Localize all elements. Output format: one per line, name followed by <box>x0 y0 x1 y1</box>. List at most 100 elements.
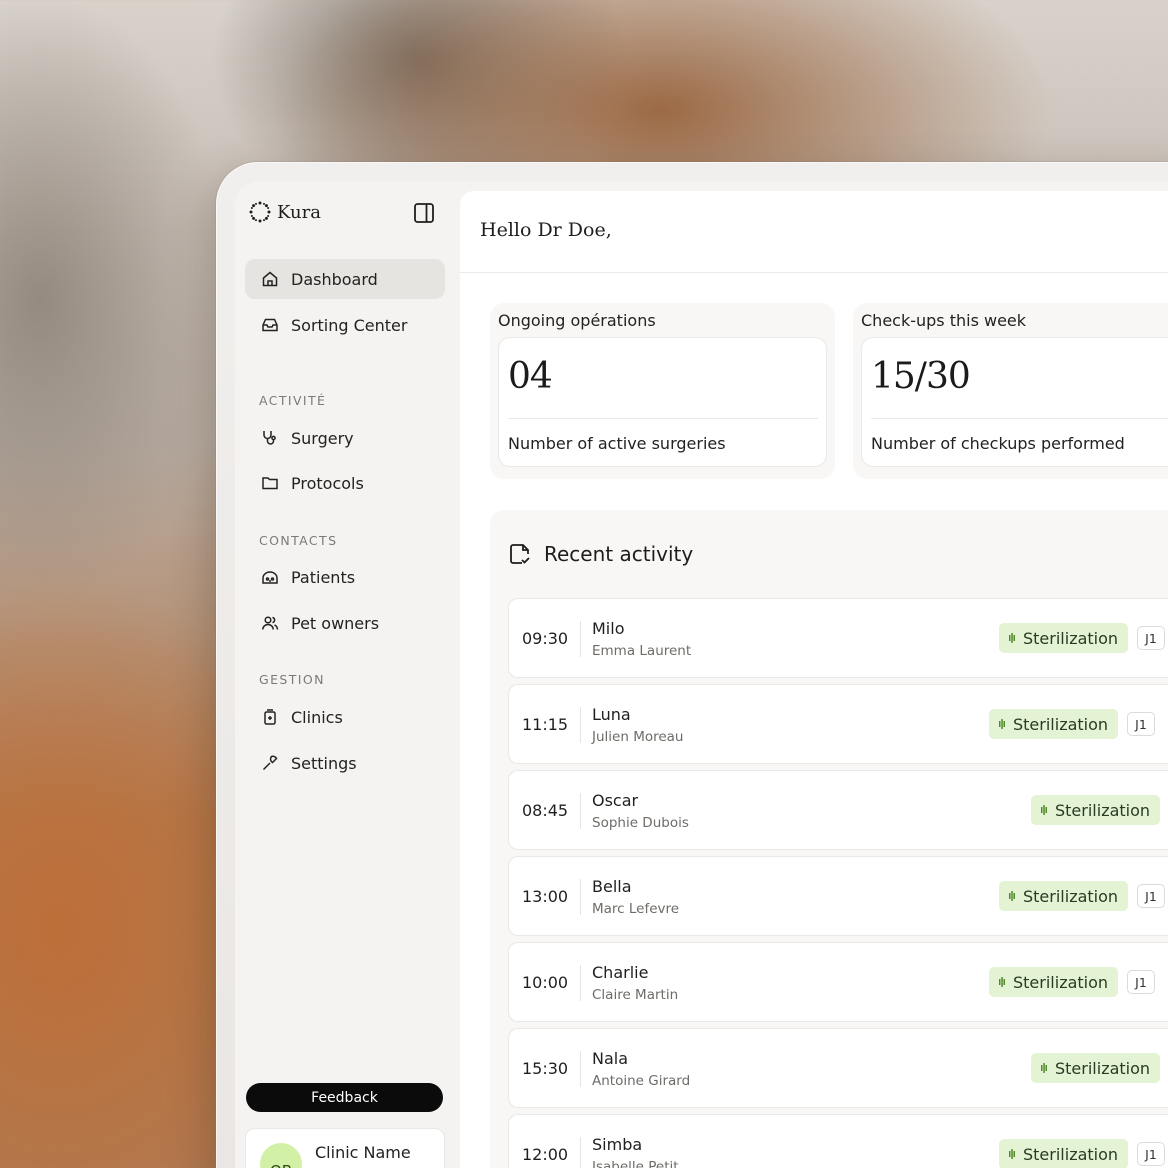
folder-icon <box>262 477 278 490</box>
home-icon <box>262 271 278 287</box>
stat-description: Number of checkups performed <box>871 434 1125 453</box>
activity-time: 09:30 <box>522 629 569 648</box>
stat-value: 04 <box>508 356 553 397</box>
sidebar-item-label: Surgery <box>291 428 354 448</box>
stat-card-ongoing-operations[interactable]: Ongoing opérations 04 Number of active s… <box>490 303 835 479</box>
procedure-tag-label: Sterilization <box>1023 886 1119 906</box>
activity-time: 15:30 <box>522 1059 569 1078</box>
sidebar-toggle-button[interactable] <box>413 202 435 224</box>
activity-time: 12:00 <box>522 1145 569 1164</box>
procedure-tag-label: Sterilization <box>1013 972 1109 992</box>
owner-name: Marc Lefevre <box>592 901 680 917</box>
activity-row[interactable]: 11:15 Luna Julien Moreau Sterilization J… <box>508 684 1168 764</box>
day-badge: J1 <box>1127 712 1155 736</box>
pet-name: Charlie <box>592 963 649 982</box>
sidebar-item-label: Pet owners <box>291 613 380 633</box>
stethoscope-icon <box>263 431 276 445</box>
pet-name: Bella <box>592 877 632 896</box>
activity-time: 08:45 <box>522 801 569 820</box>
feedback-button[interactable]: Feedback <box>246 1083 443 1112</box>
users-icon <box>262 616 279 630</box>
clinic-switcher[interactable]: QB Clinic Name <box>245 1128 445 1168</box>
pet-name: Nala <box>592 1049 629 1068</box>
inbox-icon <box>262 318 278 332</box>
day-badge: J1 <box>1137 626 1165 650</box>
procedure-tag-label: Sterilization <box>1023 628 1119 648</box>
main-content: Hello Dr Doe, Ongoing opérations 04 Numb… <box>460 191 1168 1168</box>
section-title-gestion: GESTION <box>259 672 325 687</box>
owner-name: Emma Laurent <box>592 643 692 659</box>
sidebar-item-settings[interactable]: Settings <box>245 743 445 783</box>
row-divider <box>580 1051 581 1087</box>
recent-activity-title: Recent activity <box>544 542 694 566</box>
row-divider <box>580 707 581 743</box>
activity-row[interactable]: 10:00 Charlie Claire Martin Sterilizatio… <box>508 942 1168 1022</box>
owner-name: Isabelle Petit <box>592 1159 679 1168</box>
clinic-icon <box>264 709 276 725</box>
app-name: Kura <box>277 201 321 223</box>
procedure-tag: Sterilization <box>1031 1053 1161 1083</box>
sidebar-item-label: Dashboard <box>291 269 378 289</box>
clinic-name: Clinic Name <box>315 1143 411 1162</box>
owner-name: Claire Martin <box>592 987 679 1003</box>
owner-name: Julien Moreau <box>592 729 684 745</box>
stat-panel: 04 Number of active surgeries <box>498 337 827 467</box>
pet-name: Luna <box>592 705 631 724</box>
sidebar-item-label: Patients <box>291 567 356 587</box>
stat-value: 15/30 <box>871 356 971 397</box>
row-divider <box>580 621 581 657</box>
procedure-tag: Sterilization <box>989 709 1119 739</box>
activity-time: 11:15 <box>522 715 569 734</box>
tag-marker-icon <box>1009 891 1015 901</box>
pet-name: Milo <box>592 619 625 638</box>
procedure-tag-label: Sterilization <box>1055 1058 1151 1078</box>
pet-name: Oscar <box>592 791 639 810</box>
stat-divider <box>871 418 1168 419</box>
stat-card-checkups-week[interactable]: Check-ups this week 15/30 Number of chec… <box>853 303 1168 479</box>
procedure-tag-label: Sterilization <box>1055 800 1151 820</box>
sidebar-item-pet-owners[interactable]: Pet owners <box>245 603 445 643</box>
procedure-tag: Sterilization <box>1031 795 1161 825</box>
recent-activity-panel: Recent activity 09:30 Milo Emma Laurent … <box>490 510 1168 1168</box>
activity-row[interactable]: 09:30 Milo Emma Laurent Sterilization J1 <box>508 598 1168 678</box>
wrench-icon <box>262 755 278 771</box>
activity-row[interactable]: 13:00 Bella Marc Lefevre Sterilization J… <box>508 856 1168 936</box>
app-window: Kura Dashboard Sorting Center ACTIVITÉ S… <box>235 181 1168 1168</box>
sidebar-item-dashboard[interactable]: Dashboard <box>245 259 445 299</box>
owner-name: Antoine Girard <box>592 1073 691 1089</box>
sidebar-item-patients[interactable]: Patients <box>245 557 445 597</box>
tag-marker-icon <box>1041 805 1047 815</box>
procedure-tag-label: Sterilization <box>1013 714 1109 734</box>
section-title-activite: ACTIVITÉ <box>259 393 327 408</box>
file-check-icon <box>510 544 530 564</box>
stat-description: Number of active surgeries <box>508 434 726 453</box>
pet-icon <box>262 571 278 584</box>
page-greeting: Hello Dr Doe, <box>480 219 612 241</box>
tag-marker-icon <box>1009 633 1015 643</box>
activity-row[interactable]: 08:45 Oscar Sophie Dubois Sterilization <box>508 770 1168 850</box>
header-divider <box>460 272 1168 273</box>
activity-time: 10:00 <box>522 973 569 992</box>
activity-row[interactable]: 12:00 Simba Isabelle Petit Sterilization… <box>508 1114 1168 1168</box>
sidebar-item-clinics[interactable]: Clinics <box>245 697 445 737</box>
activity-row[interactable]: 15:30 Nala Antoine Girard Sterilization <box>508 1028 1168 1108</box>
sidebar-item-surgery[interactable]: Surgery <box>245 418 445 458</box>
sidebar-item-label: Protocols <box>291 473 364 493</box>
row-divider <box>580 1137 581 1168</box>
day-badge: J1 <box>1127 970 1155 994</box>
app-logo[interactable]: Kura <box>249 201 321 223</box>
tag-marker-icon <box>1041 1063 1047 1073</box>
tag-marker-icon <box>999 977 1005 987</box>
row-divider <box>580 793 581 829</box>
avatar: QB <box>260 1143 302 1168</box>
pet-name: Simba <box>592 1135 643 1154</box>
sidebar-item-sorting-center[interactable]: Sorting Center <box>245 305 445 345</box>
tag-marker-icon <box>1009 1149 1015 1159</box>
tag-marker-icon <box>999 719 1005 729</box>
sidebar-item-protocols[interactable]: Protocols <box>245 463 445 503</box>
sidebar-item-label: Settings <box>291 753 357 773</box>
recent-activity-header: Recent activity <box>508 542 693 566</box>
stat-title: Ongoing opérations <box>498 311 656 330</box>
stat-divider <box>508 418 818 419</box>
procedure-tag-label: Sterilization <box>1023 1144 1119 1164</box>
